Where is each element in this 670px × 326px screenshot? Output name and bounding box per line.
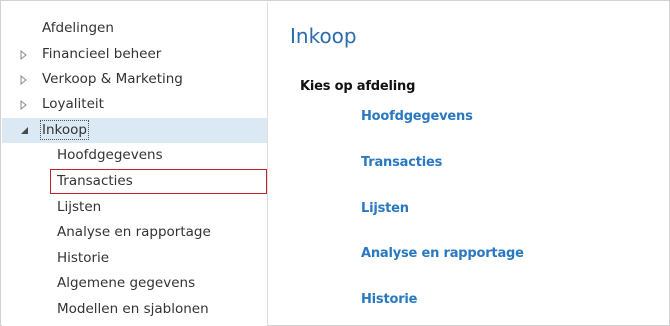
content-area: Inkoop Kies op afdeling Hoofdgegevens Tr… bbox=[269, 2, 669, 326]
nav-item-label: Afdelingen bbox=[42, 20, 114, 36]
nav-subitem-historie[interactable]: Historie bbox=[2, 246, 267, 271]
nav-item-loyaliteit[interactable]: Loyaliteit bbox=[2, 92, 267, 117]
nav-item-label: Verkoop & Marketing bbox=[42, 71, 183, 87]
nav-item-label: Financieel beheer bbox=[42, 46, 162, 62]
nav-item-label: Loyaliteit bbox=[42, 96, 104, 112]
collapsed-arrow-icon[interactable] bbox=[20, 92, 30, 117]
nav-subitem-analyse-en-rapportage[interactable]: Analyse en rapportage bbox=[2, 220, 267, 245]
nav-subitem-hoofdgegevens[interactable]: Hoofdgegevens bbox=[2, 143, 267, 168]
nav-item-label: Modellen en sjablonen bbox=[57, 301, 209, 317]
nav-subitem-lijsten[interactable]: Lijsten bbox=[2, 195, 267, 220]
collapsed-arrow-icon[interactable] bbox=[20, 67, 30, 92]
nav-item-financieel-beheer[interactable]: Financieel beheer bbox=[2, 42, 267, 67]
collapsed-arrow-icon[interactable] bbox=[20, 42, 30, 67]
nav-item-label: Historie bbox=[57, 250, 110, 266]
navigation-pane: Afdelingen Financieel beheer Verkoop & M… bbox=[2, 2, 268, 326]
link-lijsten[interactable]: Lijsten bbox=[361, 201, 409, 216]
link-hoofdgegevens[interactable]: Hoofdgegevens bbox=[361, 109, 473, 124]
nav-item-verkoop-marketing[interactable]: Verkoop & Marketing bbox=[2, 67, 267, 92]
nav-subitem-algemene-gegevens[interactable]: Algemene gegevens bbox=[2, 271, 267, 296]
page-title: Inkoop bbox=[290, 24, 357, 48]
link-analyse-en-rapportage[interactable]: Analyse en rapportage bbox=[361, 246, 524, 261]
nav-item-afdelingen[interactable]: Afdelingen bbox=[2, 16, 267, 41]
nav-subitem-transacties[interactable]: Transacties bbox=[2, 169, 267, 194]
expanded-arrow-icon[interactable] bbox=[20, 118, 30, 143]
section-label: Kies op afdeling bbox=[300, 79, 416, 94]
nav-item-label: Transacties bbox=[57, 173, 133, 189]
link-historie[interactable]: Historie bbox=[361, 292, 418, 307]
window-frame: Afdelingen Financieel beheer Verkoop & M… bbox=[0, 0, 670, 326]
nav-item-label: Analyse en rapportage bbox=[57, 224, 211, 240]
nav-item-label: Lijsten bbox=[57, 199, 102, 215]
nav-subitem-modellen-en-sjablonen[interactable]: Modellen en sjablonen bbox=[2, 297, 267, 322]
nav-item-label: Inkoop bbox=[40, 120, 89, 140]
nav-item-inkoop[interactable]: Inkoop bbox=[2, 118, 267, 143]
link-transacties[interactable]: Transacties bbox=[361, 155, 442, 170]
nav-item-label: Algemene gegevens bbox=[57, 275, 196, 291]
nav-item-label: Hoofdgegevens bbox=[57, 147, 163, 163]
